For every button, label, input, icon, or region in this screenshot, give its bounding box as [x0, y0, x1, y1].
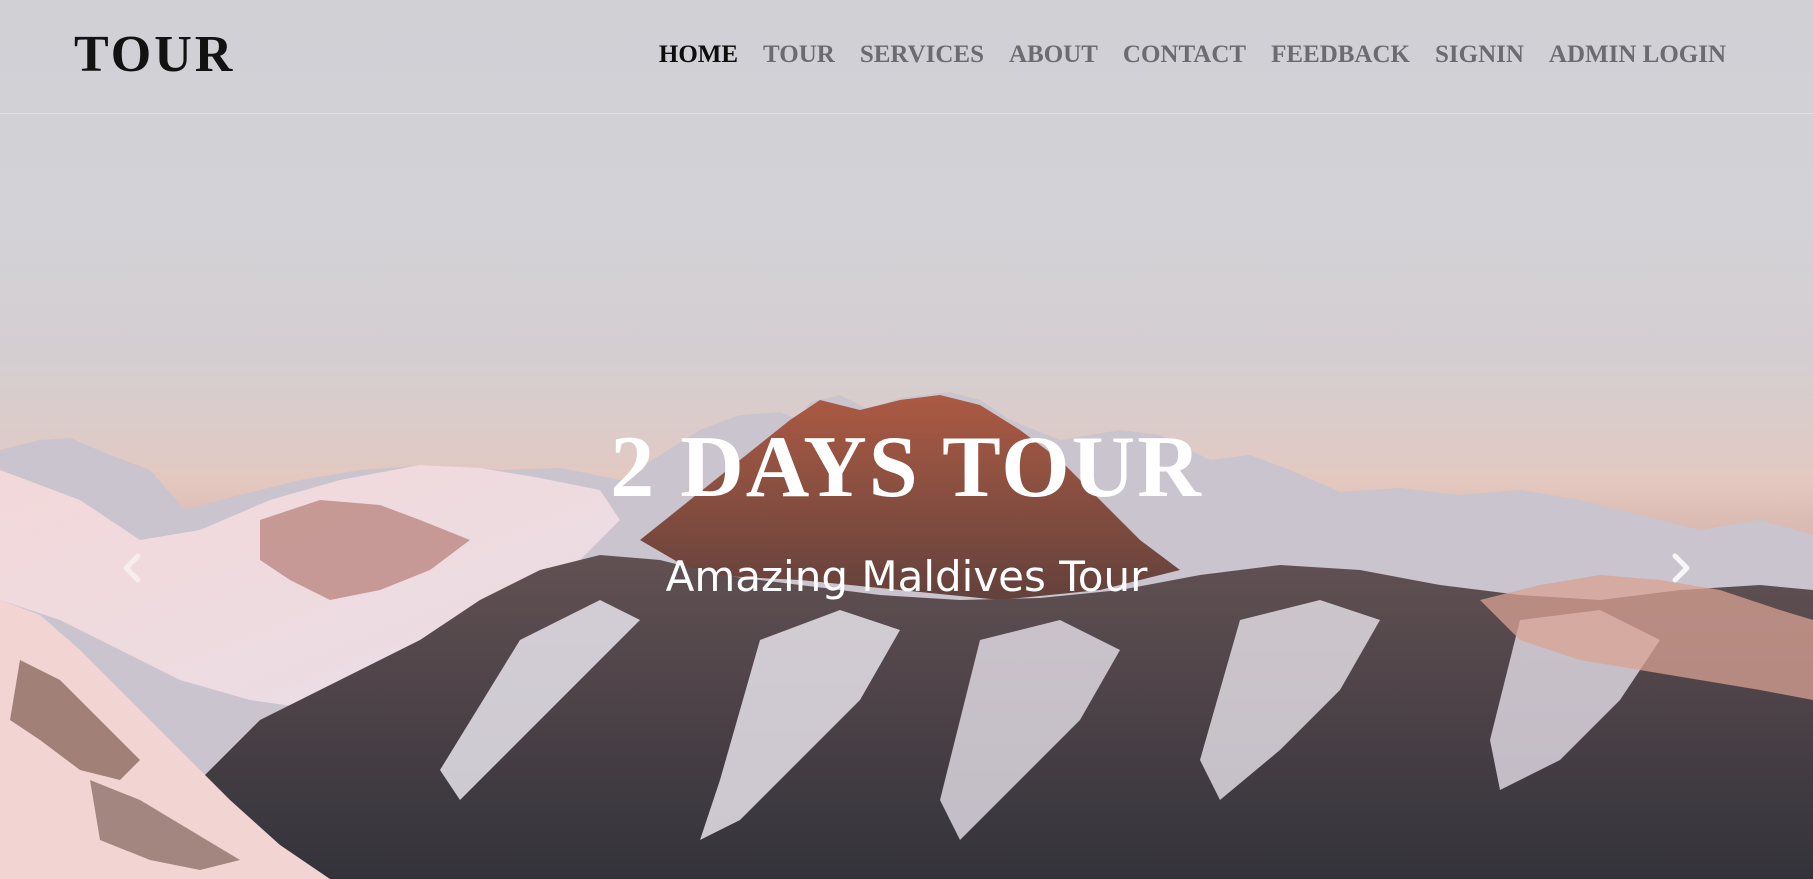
nav-link-home[interactable]: HOME	[659, 38, 738, 72]
nav-menu: HOME TOUR SERVICES ABOUT CONTACT FEEDBAC…	[659, 38, 1726, 72]
hero-carousel: TOUR HOME TOUR SERVICES ABOUT CONTACT FE…	[0, 0, 1813, 879]
chevron-left-icon	[123, 553, 141, 583]
brand-logo[interactable]: TOUR	[74, 24, 235, 86]
nav-link-services[interactable]: SERVICES	[860, 38, 984, 72]
carousel-caption-title: 2 DAYS TOUR	[610, 419, 1203, 516]
nav-link-about[interactable]: ABOUT	[1009, 38, 1098, 72]
chevron-right-icon	[1672, 553, 1690, 583]
nav-link-signin[interactable]: SIGNIN	[1435, 38, 1524, 72]
nav-link-contact[interactable]: CONTACT	[1123, 38, 1246, 72]
carousel-prev-button[interactable]	[112, 548, 152, 588]
carousel-next-button[interactable]	[1661, 548, 1701, 588]
carousel-caption-subtitle: Amazing Maldives Tour	[665, 552, 1148, 601]
nav-link-admin-login[interactable]: ADMIN LOGIN	[1549, 38, 1726, 72]
nav-link-tour[interactable]: TOUR	[763, 38, 835, 72]
nav-link-feedback[interactable]: FEEDBACK	[1271, 38, 1410, 72]
top-navbar: TOUR HOME TOUR SERVICES ABOUT CONTACT FE…	[0, 0, 1813, 114]
